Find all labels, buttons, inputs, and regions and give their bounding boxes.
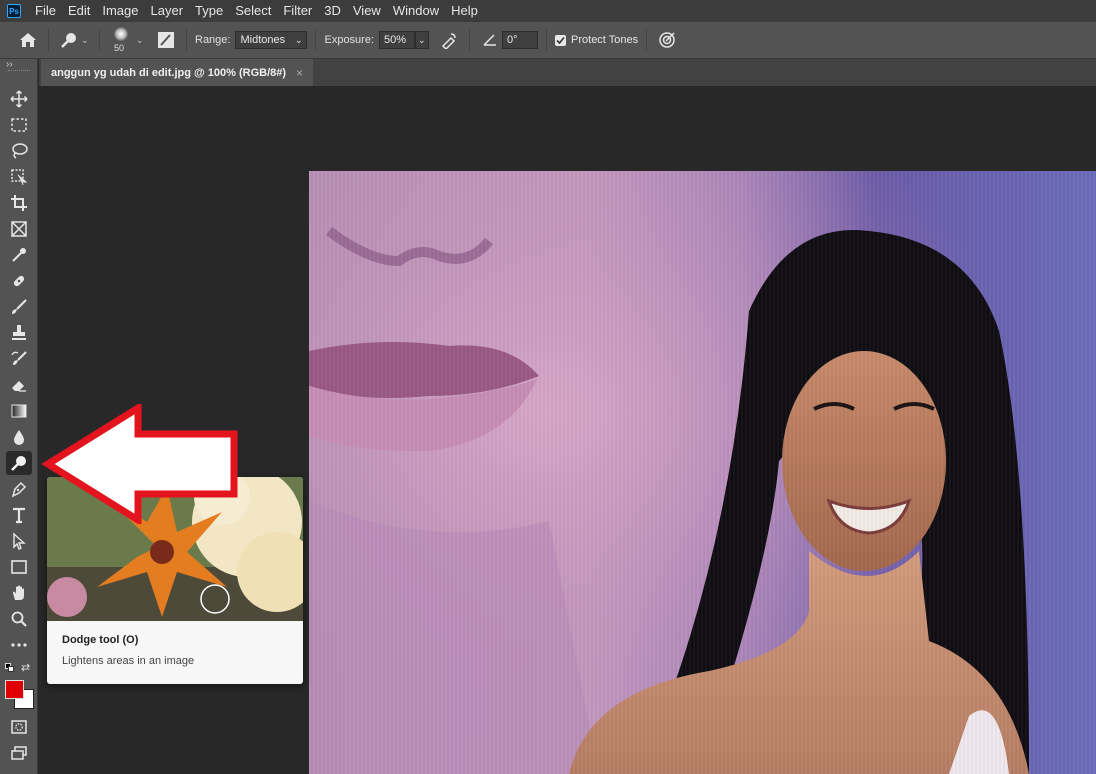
lasso-tool-icon[interactable]	[6, 139, 32, 163]
menu-layer[interactable]: Layer	[145, 0, 190, 22]
move-tool-icon[interactable]	[6, 87, 32, 111]
angle-input[interactable]: 0°	[502, 31, 539, 49]
pen-tool-icon[interactable]	[6, 477, 32, 501]
separator	[469, 29, 471, 51]
eraser-tool-icon[interactable]	[6, 373, 32, 397]
angle-value: 0°	[507, 34, 518, 46]
document-image[interactable]	[309, 171, 1096, 774]
chevron-down-icon[interactable]: ⌄	[136, 35, 148, 46]
type-tool-icon[interactable]	[6, 503, 32, 527]
default-colors-icon[interactable]	[5, 663, 15, 673]
menu-help[interactable]: Help	[445, 0, 484, 22]
brush-tool-icon[interactable]	[6, 295, 32, 319]
separator	[315, 29, 317, 51]
range-label: Range:	[195, 34, 231, 46]
home-icon[interactable]	[16, 28, 40, 52]
path-selection-tool-icon[interactable]	[6, 529, 32, 553]
collapse-panel-icon[interactable]: ››	[6, 59, 13, 70]
menu-3d[interactable]: 3D	[318, 0, 347, 22]
brush-size-value: 50	[114, 43, 125, 53]
rectangular-marquee-tool-icon[interactable]	[6, 113, 32, 137]
quick-mask-icon[interactable]	[6, 715, 32, 739]
tooltip-description: Lightens areas in an image	[62, 655, 195, 667]
separator	[99, 29, 100, 51]
object-selection-tool-icon[interactable]	[6, 165, 32, 189]
menu-image[interactable]: Image	[96, 0, 144, 22]
exposure-input[interactable]: 50%	[379, 31, 416, 49]
range-select[interactable]: Midtones ⌄	[235, 31, 308, 49]
chevron-down-icon[interactable]: ⌄	[81, 35, 91, 46]
gradient-tool-icon[interactable]	[6, 399, 32, 423]
close-icon[interactable]: ×	[296, 66, 303, 80]
protect-tones-label: Protect Tones	[571, 34, 639, 46]
menu-bar: Ps File Edit Image Layer Type Select Fil…	[0, 0, 1096, 22]
crop-tool-icon[interactable]	[6, 191, 32, 215]
menu-select[interactable]: Select	[229, 0, 277, 22]
hand-tool-icon[interactable]	[6, 581, 32, 605]
options-bar: ⌄ 50 ⌄ Range: Midtones ⌄ Exposure: 50% ⌄…	[0, 22, 1096, 59]
menu-type[interactable]: Type	[189, 0, 229, 22]
more-tools-icon[interactable]	[6, 633, 32, 657]
photoshop-logo-icon[interactable]: Ps	[7, 4, 21, 18]
history-brush-tool-icon[interactable]	[6, 347, 32, 371]
menu-filter[interactable]: Filter	[277, 0, 318, 22]
red-arrow-annotation	[41, 404, 238, 524]
soft-brush-icon	[114, 27, 128, 41]
screen-mode-icon[interactable]	[6, 741, 32, 765]
texture-overlay	[309, 171, 1096, 774]
chevron-down-icon: ⌄	[294, 34, 303, 45]
range-value: Midtones	[240, 34, 286, 46]
menu-view[interactable]: View	[347, 0, 387, 22]
menu-edit[interactable]: Edit	[62, 0, 96, 22]
tools-panel: ›› ⇄	[0, 59, 38, 774]
panel-grip[interactable]	[8, 70, 30, 73]
dodge-tool-preset-icon[interactable]	[57, 28, 81, 52]
blur-tool-icon[interactable]	[6, 425, 32, 449]
exposure-value: 50%	[384, 34, 407, 46]
separator	[186, 29, 187, 51]
exposure-dropdown[interactable]: ⌄	[415, 31, 430, 49]
protect-tones-checkbox[interactable]	[555, 34, 567, 46]
separator	[546, 29, 548, 51]
tooltip-title: Dodge tool (O)	[62, 634, 139, 646]
frame-tool-icon[interactable]	[6, 217, 32, 241]
document-tab-bar: anggun yg udah di edit.jpg @ 100% (RGB/8…	[39, 59, 1096, 86]
airbrush-icon[interactable]	[437, 28, 461, 52]
exposure-label: Exposure:	[324, 34, 375, 46]
menu-file[interactable]: File	[29, 0, 62, 22]
angle-icon	[478, 28, 502, 52]
document-tab-title: anggun yg udah di edit.jpg @ 100% (RGB/8…	[51, 66, 287, 79]
separator	[48, 29, 49, 51]
pressure-size-icon[interactable]	[655, 28, 679, 52]
brush-settings-icon[interactable]	[154, 28, 178, 52]
rectangle-tool-icon[interactable]	[6, 555, 32, 579]
menu-window[interactable]: Window	[387, 0, 445, 22]
brush-size-picker[interactable]: 50	[108, 23, 136, 57]
dodge-tool-icon[interactable]	[6, 451, 32, 475]
document-tab[interactable]: anggun yg udah di edit.jpg @ 100% (RGB/8…	[41, 59, 313, 86]
zoom-tool-icon[interactable]	[6, 607, 32, 631]
chevron-down-icon: ⌄	[418, 34, 426, 45]
clone-stamp-tool-icon[interactable]	[6, 321, 32, 345]
eyedropper-tool-icon[interactable]	[6, 243, 32, 267]
separator	[646, 29, 648, 51]
swap-colors-icon[interactable]: ⇄	[21, 661, 30, 674]
foreground-color-swatch[interactable]	[5, 680, 24, 699]
spot-healing-brush-tool-icon[interactable]	[6, 269, 32, 293]
